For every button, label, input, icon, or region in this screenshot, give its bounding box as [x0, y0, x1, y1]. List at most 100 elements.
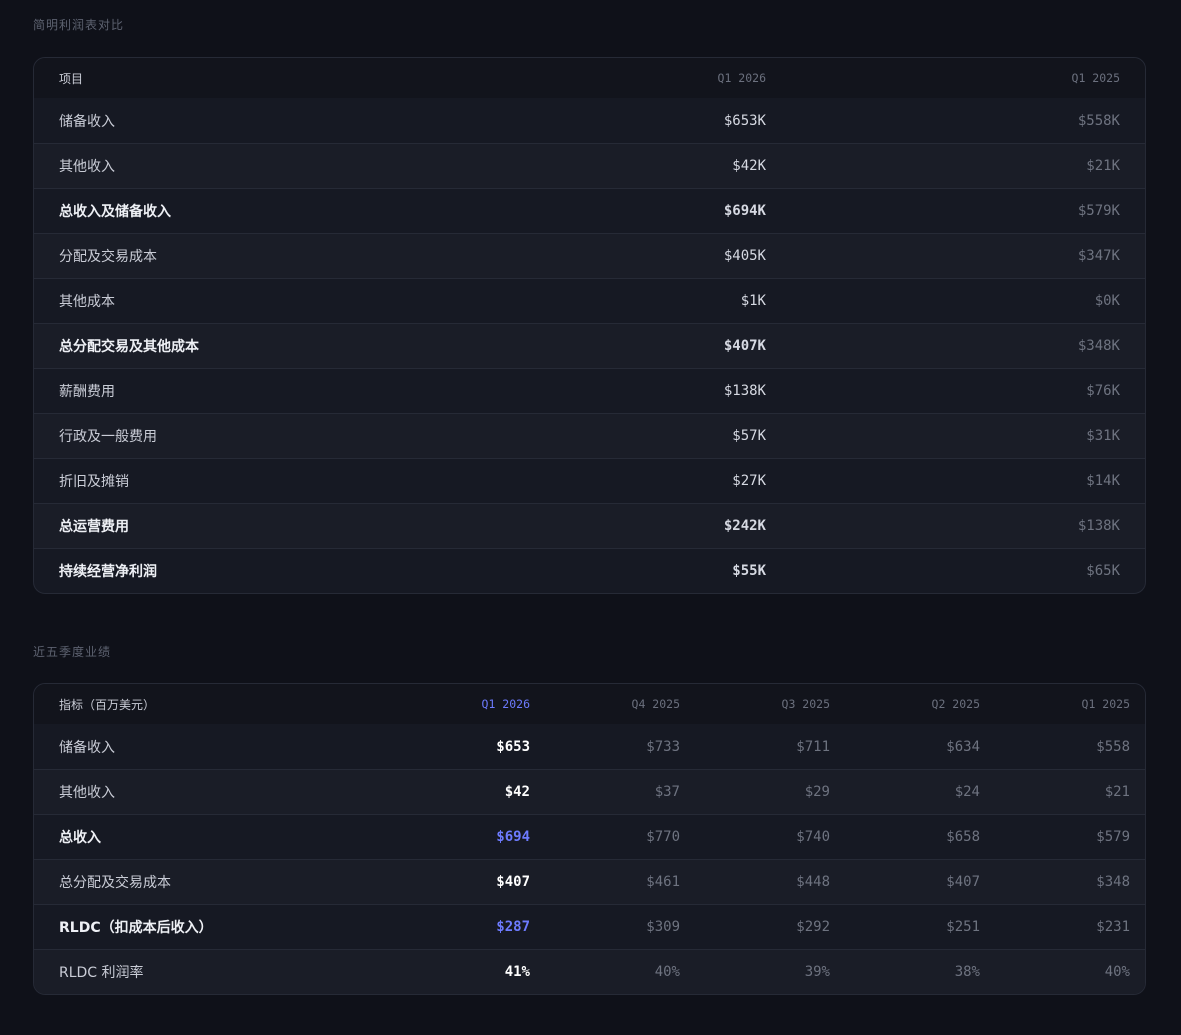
row-label: 其他成本: [59, 294, 115, 310]
table-header: 指标（百万美元） Q1 2026 Q4 2025 Q3 2025 Q2 2025…: [34, 684, 1145, 724]
header-q2-2025: Q2 2025: [931, 697, 980, 711]
quarter-value: $37: [654, 784, 680, 800]
table-row: RLDC 利润率 41% 40% 39% 38% 40%: [34, 949, 1145, 994]
prior-value: $579K: [1077, 203, 1120, 219]
quarter-value: $694: [496, 829, 530, 845]
quarter-value: 40%: [1104, 964, 1130, 980]
table-row: 储备收入 $653K $558K: [34, 98, 1145, 143]
prior-value: $0K: [1094, 293, 1120, 309]
row-label: 总收入及储备收入: [59, 204, 171, 220]
quarter-value: $634: [946, 738, 980, 755]
prior-value: $347K: [1077, 248, 1120, 264]
quarter-value: $461: [646, 874, 680, 890]
current-value: $42K: [732, 158, 766, 174]
prior-value: $76K: [1086, 383, 1120, 399]
quarter-value: $711: [796, 738, 830, 755]
row-label: 总收入: [59, 830, 101, 846]
income-section-title: 简明利润表对比: [33, 18, 125, 32]
row-label: 折旧及摊销: [59, 474, 129, 490]
row-label: RLDC（扣成本后收入）: [59, 920, 213, 936]
table-row: 储备收入 $653 $733 $711 $634 $558: [34, 724, 1145, 769]
row-label: 其他收入: [59, 159, 115, 175]
quarter-value: $231: [1096, 919, 1130, 935]
quarter-value: $407: [496, 874, 530, 890]
prior-value: $65K: [1086, 563, 1120, 579]
quarter-value: $579: [1096, 829, 1130, 845]
quarterly-section-title: 近五季度业绩: [33, 645, 112, 659]
header-q1-2025: Q1 2025: [1081, 697, 1130, 711]
quarter-value: $770: [646, 829, 680, 845]
quarter-value: $558: [1096, 738, 1130, 755]
quarter-value: 41%: [504, 964, 530, 980]
table-row: 其他收入 $42 $37 $29 $24 $21: [34, 769, 1145, 814]
current-value: $1K: [740, 293, 766, 309]
current-value: $27K: [732, 473, 766, 489]
row-label: 其他收入: [59, 785, 115, 801]
table-row: 总分配交易及其他成本 $407K $348K: [34, 323, 1145, 368]
row-label: 薪酬费用: [59, 384, 115, 400]
prior-value: $14K: [1086, 473, 1120, 489]
quarterly-performance-table: 指标（百万美元） Q1 2026 Q4 2025 Q3 2025 Q2 2025…: [33, 683, 1146, 995]
quarter-value: $733: [646, 738, 680, 755]
row-label: 总分配及交易成本: [59, 875, 171, 891]
current-value: $405K: [723, 248, 766, 264]
table-row: 总收入及储备收入 $694K $579K: [34, 188, 1145, 233]
current-value: $694K: [723, 203, 766, 219]
quarter-value: $407: [946, 874, 980, 890]
quarter-value: $653: [496, 738, 530, 755]
header-current-quarter: Q1 2026: [717, 71, 766, 85]
table-row: 折旧及摊销 $27K $14K: [34, 458, 1145, 503]
current-value: $55K: [732, 563, 766, 579]
quarter-value: $251: [946, 919, 980, 935]
prior-value: $348K: [1077, 338, 1120, 354]
header-prior-quarter: Q1 2025: [1071, 71, 1120, 85]
quarter-value: 40%: [654, 964, 680, 980]
prior-value: $558K: [1077, 112, 1120, 129]
quarter-value: $309: [646, 919, 680, 935]
quarter-value: $21: [1104, 784, 1130, 800]
header-item: 项目: [59, 71, 84, 86]
quarter-value: $658: [946, 829, 980, 845]
quarter-value: $42: [504, 784, 530, 800]
quarter-value: $348: [1096, 874, 1130, 890]
current-value: $242K: [723, 518, 766, 534]
table-row: RLDC（扣成本后收入） $287 $309 $292 $251 $231: [34, 904, 1145, 949]
table-row: 总分配及交易成本 $407 $461 $448 $407 $348: [34, 859, 1145, 904]
header-q4-2025: Q4 2025: [631, 697, 680, 711]
row-label: 持续经营净利润: [59, 564, 157, 580]
quarter-value: 39%: [804, 964, 830, 980]
row-label: 储备收入: [59, 113, 115, 130]
quarter-value: $29: [804, 784, 830, 800]
table-row: 持续经营净利润 $55K $65K: [34, 548, 1145, 593]
table-header: 项目 Q1 2026 Q1 2025: [34, 58, 1145, 98]
quarter-value: $740: [796, 829, 830, 845]
quarter-value: $448: [796, 874, 830, 890]
header-q3-2025: Q3 2025: [781, 697, 830, 711]
row-label: 总分配交易及其他成本: [59, 339, 199, 355]
header-q1-2026: Q1 2026: [481, 697, 530, 711]
table-row: 行政及一般费用 $57K $31K: [34, 413, 1145, 458]
current-value: $653K: [723, 112, 766, 129]
table-row: 分配及交易成本 $405K $347K: [34, 233, 1145, 278]
header-metric: 指标（百万美元）: [59, 697, 156, 712]
current-value: $138K: [723, 383, 766, 399]
row-label: 行政及一般费用: [59, 429, 157, 445]
table-row: 其他收入 $42K $21K: [34, 143, 1145, 188]
quarter-value: 38%: [954, 964, 980, 980]
table-row: 其他成本 $1K $0K: [34, 278, 1145, 323]
table-row: 总运营费用 $242K $138K: [34, 503, 1145, 548]
row-label: 总运营费用: [59, 519, 129, 535]
quarter-value: $24: [954, 784, 980, 800]
prior-value: $31K: [1086, 428, 1120, 444]
quarter-value: $292: [796, 919, 830, 935]
quarter-value: $287: [496, 919, 530, 935]
prior-value: $21K: [1086, 158, 1120, 174]
current-value: $407K: [723, 338, 766, 354]
table-row: 总收入 $694 $770 $740 $658 $579: [34, 814, 1145, 859]
row-label: 储备收入: [59, 739, 115, 756]
row-label: 分配及交易成本: [59, 249, 157, 265]
income-comparison-table: 项目 Q1 2026 Q1 2025 储备收入 $653K $558K 其他收入 $42…: [33, 57, 1146, 594]
row-label: RLDC 利润率: [59, 965, 144, 981]
current-value: $57K: [732, 428, 766, 444]
table-row: 薪酬费用 $138K $76K: [34, 368, 1145, 413]
